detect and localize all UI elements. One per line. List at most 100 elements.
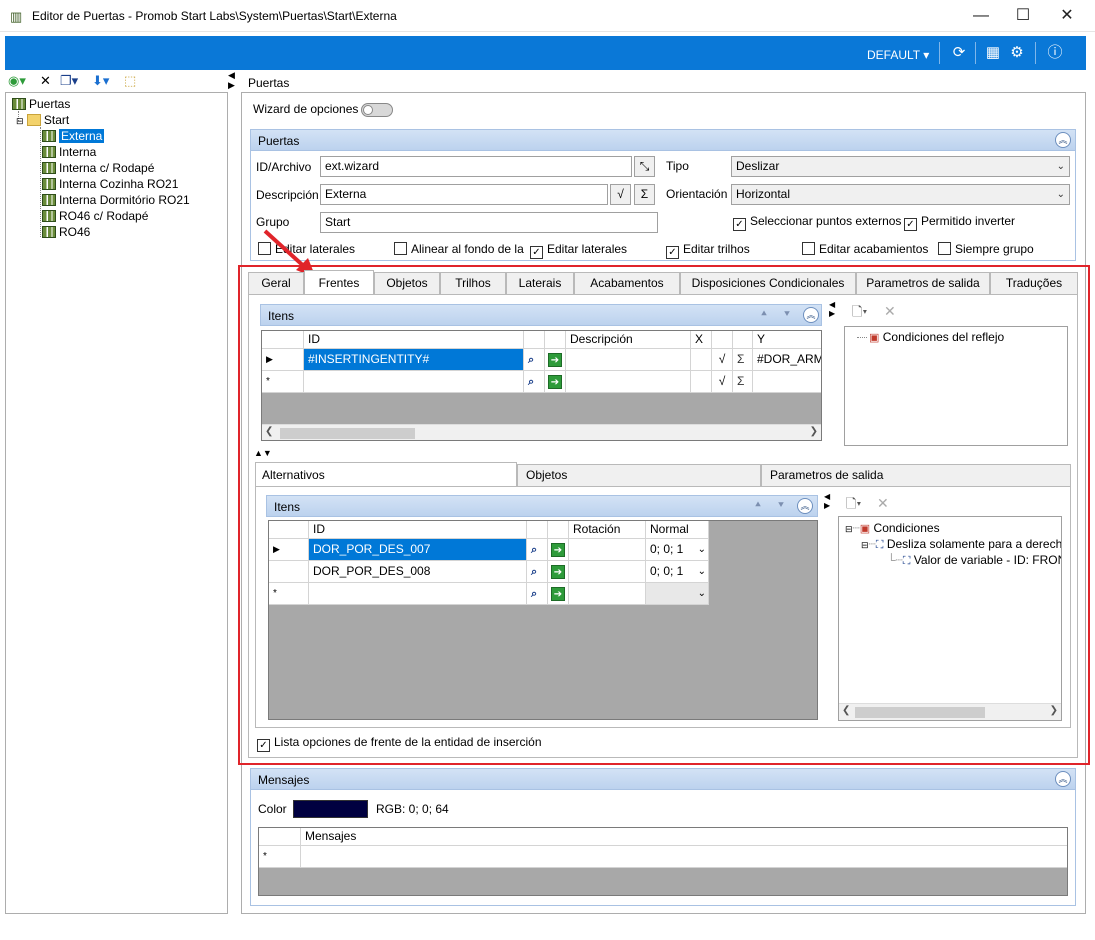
new-row-indicator[interactable]: * bbox=[262, 371, 304, 393]
move-up-icon[interactable]: ⯅ bbox=[749, 497, 767, 515]
scroll-left-icon[interactable]: ❮ bbox=[842, 705, 850, 716]
sigma-icon[interactable]: Σ bbox=[634, 184, 655, 205]
new-row-desc[interactable] bbox=[566, 371, 691, 393]
edit-laterales-2-checkbox[interactable]: ✓ Editar laterales bbox=[530, 242, 627, 259]
go-arrow-icon[interactable]: ➔ bbox=[548, 539, 569, 561]
tab-alternativos[interactable]: Alternativos bbox=[255, 462, 517, 486]
folder-sync-icon[interactable]: ⬚ bbox=[124, 72, 136, 90]
sqrt-icon[interactable]: √ bbox=[712, 371, 733, 393]
tab-parametros[interactable]: Parametros de salida bbox=[856, 272, 990, 294]
col-descripcion[interactable]: Descripción bbox=[566, 331, 691, 349]
table-row-y[interactable]: #DOR_ARM_ bbox=[753, 349, 821, 371]
collapse-icon[interactable]: ⊟ bbox=[16, 116, 24, 126]
collapse-icon[interactable]: ⊟ bbox=[845, 524, 853, 534]
scroll-right-icon[interactable]: ❯ bbox=[1050, 705, 1058, 716]
table-row-rotacion[interactable] bbox=[569, 561, 646, 583]
tree-item[interactable]: Interna c/ Rodapé bbox=[42, 160, 154, 176]
scroll-thumb[interactable] bbox=[280, 428, 415, 439]
new-doc-icon[interactable]: 🗋▾ bbox=[846, 495, 861, 517]
delete-icon[interactable]: ✕ bbox=[877, 495, 889, 512]
tree-item[interactable]: RO46 bbox=[42, 224, 90, 240]
binoculars-icon[interactable]: ⌕ bbox=[524, 371, 545, 393]
go-arrow-icon[interactable]: ➔ bbox=[548, 561, 569, 583]
chevron-down-icon[interactable]: ⌄ bbox=[698, 583, 706, 604]
tree-item[interactable]: Externa bbox=[42, 128, 105, 144]
tab-trilhos[interactable]: Trilhos bbox=[440, 272, 506, 294]
collapse-up-icon[interactable]: ︽ bbox=[1055, 132, 1071, 148]
tree-item[interactable]: Interna bbox=[42, 144, 96, 160]
color-swatch[interactable] bbox=[293, 800, 368, 818]
orient-select[interactable]: Horizontal ⌄ bbox=[731, 184, 1070, 205]
vertical-splitter-arrows[interactable]: ▲▼ bbox=[254, 448, 272, 458]
new-row-rotacion[interactable] bbox=[569, 583, 646, 605]
tab-geral[interactable]: Geral bbox=[248, 272, 304, 294]
table-row-rotacion[interactable] bbox=[569, 539, 646, 561]
table-row-desc[interactable] bbox=[566, 349, 691, 371]
scroll-thumb[interactable] bbox=[855, 707, 985, 718]
alternativos-grid[interactable]: ID Rotación Normal ▶ DOR_POR_DES_007 ⌕ ➔… bbox=[268, 520, 818, 720]
col-normal[interactable]: Normal bbox=[646, 521, 709, 539]
view-icon[interactable]: ▦ bbox=[983, 44, 1003, 62]
table-row-id[interactable]: #INSERTINGENTITY# bbox=[304, 349, 524, 371]
mensajes-grid[interactable]: Mensajes * bbox=[258, 827, 1068, 896]
refresh-icon[interactable]: ⟳ bbox=[949, 44, 969, 62]
row-indicator[interactable]: ▶ bbox=[269, 539, 309, 561]
sigma-icon[interactable]: Σ bbox=[733, 349, 753, 371]
col-mensajes[interactable]: Mensajes bbox=[301, 828, 1067, 846]
col-id[interactable]: ID bbox=[309, 521, 527, 539]
collapse-up-icon[interactable]: ︽ bbox=[1055, 771, 1071, 787]
lista-opciones-checkbox[interactable]: ✓ Lista opciones de frente de la entidad … bbox=[257, 735, 542, 752]
new-doc-icon[interactable]: 🗋▾ bbox=[852, 303, 867, 325]
tree-folder[interactable]: ⊟ Start bbox=[16, 112, 69, 128]
condition-node[interactable]: ⊟┈⛶ Desliza solamente para a derecha bbox=[861, 536, 1061, 552]
tab-disposiciones[interactable]: Disposiciones Condicionales bbox=[680, 272, 856, 294]
table-row-id[interactable]: DOR_POR_DES_007 bbox=[309, 539, 527, 561]
tree-item[interactable]: Interna Dormitório RO21 bbox=[42, 192, 190, 208]
always-group-checkbox[interactable]: Siempre grupo bbox=[938, 242, 1034, 258]
go-arrow-icon[interactable]: ➔ bbox=[548, 583, 569, 605]
scroll-right-icon[interactable]: ❯ bbox=[810, 426, 818, 437]
collapse-up-icon[interactable]: ︽ bbox=[797, 498, 813, 514]
tab-laterais[interactable]: Laterais bbox=[506, 272, 574, 294]
tab-frentes[interactable]: Frentes bbox=[304, 270, 374, 294]
tab-sub-objetos[interactable]: Objetos bbox=[517, 464, 761, 486]
align-bottom-checkbox[interactable]: Alinear al fondo de la bbox=[394, 242, 524, 258]
sigma-icon[interactable]: Σ bbox=[733, 371, 753, 393]
copy-icon[interactable]: ❐▾ bbox=[60, 72, 78, 90]
table-row-normal[interactable]: 0; 0; 1 ⌄ bbox=[646, 561, 709, 583]
condition-root-node[interactable]: ⊟┈▣ Condiciones bbox=[845, 520, 940, 536]
gears-icon[interactable]: ⚙ bbox=[1007, 44, 1027, 62]
col-y[interactable]: Y bbox=[753, 331, 821, 349]
col-id[interactable]: ID bbox=[304, 331, 524, 349]
tree-item[interactable]: Interna Cozinha RO21 bbox=[42, 176, 178, 192]
collapse-icon[interactable]: ⊟ bbox=[861, 540, 869, 550]
binoculars-icon[interactable]: ⌕ bbox=[527, 561, 548, 583]
move-up-icon[interactable]: ⯅ bbox=[755, 306, 773, 324]
move-down-icon[interactable]: ⯆ bbox=[772, 497, 790, 515]
delete-icon[interactable]: ✕ bbox=[884, 303, 896, 320]
id-input[interactable]: ext.wizard bbox=[320, 156, 632, 177]
grupo-input[interactable]: Start bbox=[320, 212, 658, 233]
splitter-arrows[interactable]: ◀ ▶ bbox=[824, 492, 830, 510]
tab-traducoes[interactable]: Traduções bbox=[990, 272, 1078, 294]
move-down-icon[interactable]: ⯆ bbox=[778, 306, 796, 324]
tab-acabamentos[interactable]: Acabamentos bbox=[574, 272, 680, 294]
edit-trilhos-checkbox[interactable]: ✓ Editar trilhos bbox=[666, 242, 750, 259]
row-indicator[interactable]: ▶ bbox=[262, 349, 304, 371]
alternativos-conditions-tree[interactable]: ⊟┈▣ Condiciones ⊟┈⛶ Desliza solamente pa… bbox=[838, 516, 1062, 721]
reflection-conditions-tree[interactable]: ▣ Condiciones del reflejo bbox=[844, 326, 1068, 446]
binoculars-icon[interactable]: ⌕ bbox=[527, 539, 548, 561]
splitter-arrows[interactable]: ◀ ▶ bbox=[829, 300, 835, 318]
move-icon[interactable]: ⬇▾ bbox=[92, 72, 109, 90]
sqrt-icon[interactable]: √ bbox=[712, 349, 733, 371]
binoculars-icon[interactable]: ⌕ bbox=[527, 583, 548, 605]
select-external-points-checkbox[interactable]: ✓ Seleccionar puntos externos bbox=[733, 214, 901, 231]
horizontal-scrollbar[interactable]: ❮ ❯ bbox=[262, 424, 821, 440]
desc-input[interactable]: Externa bbox=[320, 184, 608, 205]
table-row-normal[interactable]: 0; 0; 1 ⌄ bbox=[646, 539, 709, 561]
allow-invert-checkbox[interactable]: ✓ Permitido inverter bbox=[904, 214, 1015, 231]
condition-node[interactable]: ▣ Condiciones del reflejo bbox=[869, 329, 1004, 345]
condition-leaf-node[interactable]: └┈⛶ Valor de variable - ID: FRONT bbox=[887, 552, 1061, 568]
wizard-toggle[interactable] bbox=[361, 103, 393, 117]
sqrt-icon[interactable]: √ bbox=[610, 184, 631, 205]
